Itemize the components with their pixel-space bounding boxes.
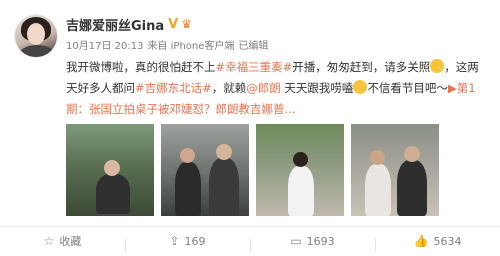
- video-link-icon[interactable]: ▶: [448, 81, 457, 95]
- post-source: 来自 iPhone客户端: [147, 41, 235, 52]
- photo-figure-head: [404, 146, 420, 162]
- text-seg: 我开微博啦，真的很怕赶不上: [66, 60, 216, 74]
- post-text: 我开微博啦，真的很怕赶不上#幸福三重奏#开播，匆匆赶到，请多关照 ，这两天好多人都…: [66, 57, 490, 120]
- username[interactable]: 吉娜爱丽丝Gina: [66, 15, 164, 34]
- topic-link[interactable]: #吉娜东北话#: [135, 81, 212, 95]
- text-seg: ，就赖: [211, 81, 247, 95]
- share-count: 169: [184, 234, 206, 248]
- photo-figure-head: [370, 150, 385, 165]
- comment-icon: ▭: [290, 234, 302, 248]
- shy-emoji-icon: [430, 59, 445, 73]
- photo-grid: [66, 124, 446, 216]
- text-seg: 开播，匆匆赶到，请多关照: [292, 60, 431, 74]
- comment-count: 1693: [306, 234, 335, 248]
- action-bar: ☆ 收藏 ⇪ 169 ▭ 1693 👍 5634: [0, 226, 500, 255]
- photo-4[interactable]: [351, 124, 439, 216]
- photo-figure-head: [180, 148, 195, 163]
- topic-link[interactable]: #幸福三重奏#: [216, 60, 293, 74]
- photo-3[interactable]: [256, 124, 344, 216]
- text-seg: 天天跟我唠嗑: [280, 81, 354, 95]
- photo-figure: [365, 164, 391, 216]
- post-meta: 10月17日 20:13 来自 iPhone客户端 已编辑: [66, 37, 272, 52]
- favorite-label: 收藏: [59, 235, 82, 248]
- favorite-button[interactable]: ☆ 收藏: [0, 233, 125, 249]
- photo-figure-head: [293, 152, 308, 167]
- smile-emoji-icon: [353, 80, 368, 94]
- weibo-post: 吉娜爱丽丝Gina V ♛ 10月17日 20:13 来自 iPhone客户端 …: [0, 0, 500, 256]
- mention-link[interactable]: @郎朗: [246, 81, 281, 95]
- share-button[interactable]: ⇪ 169: [125, 234, 250, 252]
- post-time[interactable]: 10月17日 20:13: [66, 37, 143, 52]
- photo-figure: [96, 174, 130, 214]
- name-row: 吉娜爱丽丝Gina V ♛: [66, 15, 192, 34]
- star-icon: ☆: [43, 234, 55, 248]
- photo-figure: [175, 162, 201, 216]
- photo-figure-head: [104, 160, 120, 176]
- like-button[interactable]: 👍 5634: [375, 234, 500, 252]
- edited-label[interactable]: 已编辑: [238, 37, 268, 52]
- photo-figure: [397, 160, 427, 216]
- like-count: 5634: [433, 234, 462, 248]
- avatar[interactable]: [14, 14, 58, 58]
- photo-figure: [209, 158, 239, 216]
- thumbs-up-icon: 👍: [413, 234, 429, 248]
- avatar-face: [27, 23, 45, 45]
- share-icon: ⇪: [169, 234, 180, 248]
- comment-button[interactable]: ▭ 1693: [250, 234, 375, 252]
- verified-v-icon[interactable]: V: [168, 17, 178, 32]
- avatar-body: [19, 45, 55, 57]
- photo-1[interactable]: [66, 124, 154, 216]
- crown-icon[interactable]: ♛: [181, 17, 192, 31]
- photo-figure-head: [216, 144, 232, 160]
- photo-figure: [288, 166, 314, 216]
- text-seg: 不信看节目吧～: [367, 81, 448, 95]
- photo-2[interactable]: [161, 124, 249, 216]
